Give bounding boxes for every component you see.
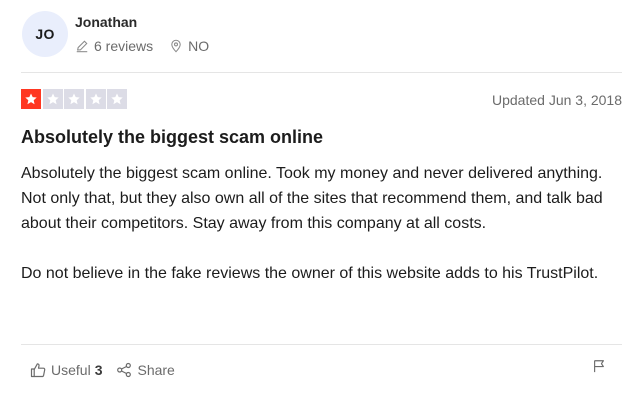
review-actions: Useful 3 Share xyxy=(30,362,175,378)
review-title[interactable]: Absolutely the biggest scam online xyxy=(21,127,323,148)
author-meta: 6 reviews NO xyxy=(75,38,209,54)
thumbs-up-icon xyxy=(30,363,46,378)
pencil-icon xyxy=(76,40,88,53)
useful-count: 3 xyxy=(94,362,103,378)
star-icon xyxy=(42,89,63,109)
star-icon xyxy=(21,89,41,109)
useful-label: Useful xyxy=(51,362,91,378)
review-date: Updated Jun 3, 2018 xyxy=(492,92,622,108)
reviews-count-label: 6 reviews xyxy=(94,38,154,54)
review-paragraph: Do not believe in the fake reviews the o… xyxy=(21,265,599,282)
reviews-count: 6 reviews xyxy=(75,38,153,54)
review-card: JO Jonathan 6 reviews NO Updated Jun 3, … xyxy=(0,0,634,402)
divider xyxy=(21,344,622,345)
share-button[interactable]: Share xyxy=(116,362,175,378)
author-name[interactable]: Jonathan xyxy=(75,14,137,30)
location-label: NO xyxy=(188,38,210,54)
star-rating xyxy=(21,89,129,109)
review-paragraph: Absolutely the biggest scam online. Took… xyxy=(21,165,603,232)
star-icon xyxy=(64,89,84,109)
divider xyxy=(21,72,622,73)
flag-icon[interactable] xyxy=(592,359,606,373)
star-icon xyxy=(85,89,106,109)
review-body: Absolutely the biggest scam online. Took… xyxy=(21,161,621,286)
location: NO xyxy=(169,38,209,54)
useful-button[interactable]: Useful 3 xyxy=(30,362,102,378)
share-icon xyxy=(117,362,132,378)
avatar[interactable]: JO xyxy=(22,11,68,57)
star-icon xyxy=(107,89,127,109)
share-label: Share xyxy=(137,362,175,378)
location-pin-icon xyxy=(171,39,181,53)
